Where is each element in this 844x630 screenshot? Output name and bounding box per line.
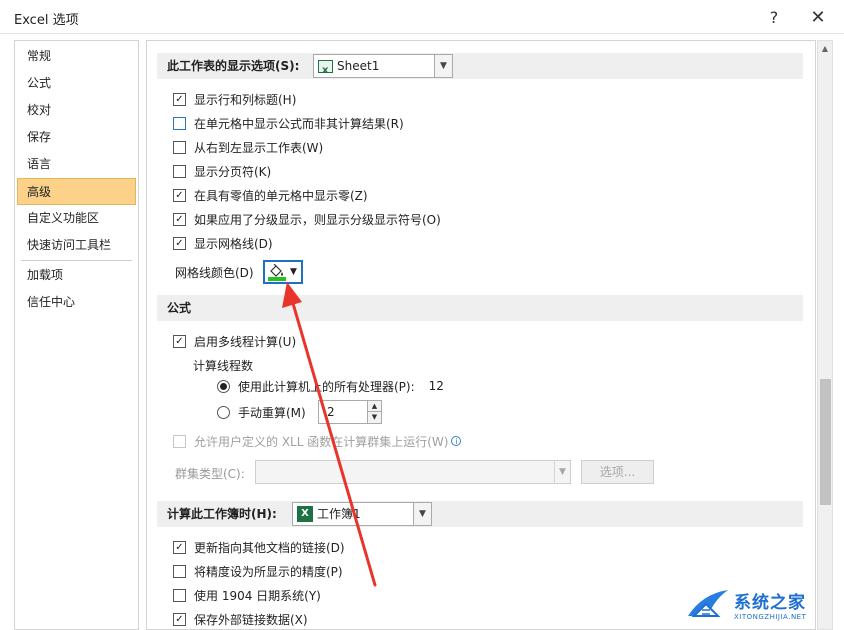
- option-label: 手动重算(M): [238, 405, 306, 420]
- radio-button[interactable]: [217, 405, 230, 419]
- nav-item-advanced[interactable]: 高级: [17, 178, 136, 205]
- option-1904-date-system[interactable]: 使用 1904 日期系统(Y): [173, 586, 321, 604]
- nav-item-customize-ribbon[interactable]: 自定义功能区: [15, 205, 138, 232]
- nav-item-general[interactable]: 常规: [15, 43, 138, 70]
- excel-icon: X: [297, 506, 313, 522]
- dropdown-arrow-icon: ▼: [290, 267, 297, 277]
- window-title: Excel 选项: [14, 13, 79, 28]
- scroll-up-icon[interactable]: ▲: [818, 41, 832, 57]
- thread-count-value: 2: [327, 405, 335, 419]
- option-label: 在单元格中显示公式而非其计算结果(R): [194, 116, 404, 131]
- info-icon[interactable]: i: [451, 436, 462, 446]
- radio-all-processors[interactable]: 使用此计算机上的所有处理器(P): 12: [217, 377, 444, 395]
- scroll-thumb[interactable]: [820, 379, 831, 505]
- workbook-select[interactable]: X 工作簿1 ▼: [292, 502, 432, 526]
- sheet-display-section-title: 此工作表的显示选项(S):: [167, 59, 300, 73]
- site-watermark: 系统之家 XITONGZHIJIA.NET: [684, 582, 834, 626]
- color-swatch: [268, 276, 286, 281]
- checkbox[interactable]: ✓: [173, 612, 186, 626]
- option-label: 显示网格线(D): [194, 236, 273, 251]
- checkbox[interactable]: ✓: [173, 334, 186, 348]
- sheet-select[interactable]: Sheet1 ▼: [313, 54, 453, 84]
- checkbox[interactable]: [173, 564, 186, 578]
- option-save-external-links[interactable]: ✓ 保存外部链接数据(X): [173, 610, 308, 628]
- checkbox[interactable]: [173, 588, 186, 602]
- processor-count: 12: [428, 379, 444, 393]
- chevron-down-icon[interactable]: ▼: [434, 55, 452, 77]
- checkbox[interactable]: ✓: [173, 540, 186, 554]
- nav-item-language[interactable]: 语言: [15, 151, 138, 178]
- thread-count-stepper[interactable]: 2 ▲ ▼: [318, 400, 382, 424]
- nav-divider: [21, 260, 132, 261]
- workbook-select-value: 工作簿1: [317, 507, 361, 521]
- option-label: 使用此计算机上的所有处理器(P):: [238, 379, 415, 394]
- option-show-headers[interactable]: ✓ 显示行和列标题(H): [173, 90, 296, 108]
- title-bar: Excel 选项 ? ✕: [0, 0, 844, 34]
- radio-manual[interactable]: 手动重算(M): [217, 403, 306, 421]
- content-scrollbar[interactable]: ▲: [817, 40, 833, 630]
- cluster-type-label: 群集类型(C):: [175, 467, 245, 481]
- option-update-links[interactable]: ✓ 更新指向其他文档的链接(D): [173, 538, 345, 556]
- nav-item-formulas[interactable]: 公式: [15, 70, 138, 97]
- checkbox[interactable]: ✓: [173, 236, 186, 250]
- close-button[interactable]: ✕: [804, 4, 832, 30]
- worksheet-icon: [318, 58, 333, 84]
- nav-item-quick-access-toolbar[interactable]: 快速访问工具栏: [15, 232, 138, 259]
- radio-button[interactable]: [217, 379, 230, 393]
- options-content: 此工作表的显示选项(S): Sheet1 ▼ ✓ 显示行和列标题(H) 在单元格…: [146, 40, 816, 630]
- chevron-down-icon: ▼: [554, 461, 570, 483]
- option-show-gridlines[interactable]: ✓ 显示网格线(D): [173, 234, 273, 252]
- gridline-color-label: 网格线颜色(D): [175, 266, 254, 280]
- checkbox[interactable]: [173, 164, 186, 178]
- checkbox[interactable]: [173, 434, 186, 448]
- option-show-zero[interactable]: ✓ 在具有零值的单元格中显示零(Z): [173, 186, 368, 204]
- option-multithread[interactable]: ✓ 启用多线程计算(U): [173, 332, 296, 350]
- watermark-title: 系统之家: [734, 592, 806, 613]
- formula-section-title: 公式: [167, 301, 192, 315]
- option-label: 将精度设为所显示的精度(P): [194, 564, 343, 579]
- house-logo-icon: [684, 586, 732, 622]
- option-show-formulas[interactable]: 在单元格中显示公式而非其计算结果(R): [173, 114, 404, 132]
- option-label: 允许用户定义的 XLL 函数在计算群集上运行(W): [194, 434, 449, 449]
- formula-section-header: 公式: [157, 295, 803, 321]
- option-precision-as-displayed[interactable]: 将精度设为所显示的精度(P): [173, 562, 343, 580]
- option-xll-cluster[interactable]: 允许用户定义的 XLL 函数在计算群集上运行(W) i: [173, 432, 462, 450]
- option-label: 在具有零值的单元格中显示零(Z): [194, 188, 368, 203]
- stepper-up-icon[interactable]: ▲: [368, 401, 381, 412]
- cluster-type-select[interactable]: ▼: [255, 460, 571, 484]
- option-label: 启用多线程计算(U): [194, 334, 297, 349]
- option-label: 保存外部链接数据(X): [194, 612, 308, 627]
- chevron-down-icon[interactable]: ▼: [413, 503, 431, 525]
- checkbox[interactable]: [173, 140, 186, 154]
- options-nav: 常规 公式 校对 保存 语言 高级 自定义功能区 快速访问工具栏 加载项 信任中…: [14, 40, 139, 630]
- option-label: 使用 1904 日期系统(Y): [194, 588, 321, 603]
- option-right-to-left[interactable]: 从右到左显示工作表(W): [173, 138, 323, 156]
- checkbox[interactable]: ✓: [173, 212, 186, 226]
- nav-item-add-ins[interactable]: 加载项: [15, 262, 138, 289]
- option-outline-symbols[interactable]: ✓ 如果应用了分级显示，则显示分级显示符号(O): [173, 210, 441, 228]
- watermark-subtitle: XITONGZHIJIA.NET: [734, 612, 807, 621]
- option-label: 从右到左显示工作表(W): [194, 140, 324, 155]
- sheet-display-section-header: 此工作表的显示选项(S): Sheet1 ▼: [157, 53, 803, 84]
- option-page-breaks[interactable]: 显示分页符(K): [173, 162, 271, 180]
- stepper-down-icon[interactable]: ▼: [368, 412, 381, 423]
- calc-section-header: 计算此工作簿时(H): X 工作簿1 ▼: [157, 501, 803, 527]
- option-label: 显示行和列标题(H): [194, 92, 297, 107]
- cluster-options-button[interactable]: 选项...: [581, 460, 654, 484]
- gridline-color-picker[interactable]: ▼: [263, 260, 303, 284]
- option-label: 显示分页符(K): [194, 164, 272, 179]
- calc-section-title: 计算此工作簿时(H):: [167, 507, 277, 521]
- paint-bucket-icon: [268, 263, 286, 281]
- nav-item-save[interactable]: 保存: [15, 124, 138, 151]
- checkbox[interactable]: [173, 116, 186, 130]
- checkbox[interactable]: ✓: [173, 188, 186, 202]
- nav-item-trust-center[interactable]: 信任中心: [15, 289, 138, 316]
- help-button[interactable]: ?: [760, 4, 788, 30]
- sheet-select-value: Sheet1: [337, 59, 380, 73]
- checkbox[interactable]: ✓: [173, 92, 186, 106]
- option-label: 如果应用了分级显示，则显示分级显示符号(O): [194, 212, 441, 227]
- nav-item-proofing[interactable]: 校对: [15, 97, 138, 124]
- thread-count-label: 计算线程数: [193, 359, 254, 373]
- option-label: 更新指向其他文档的链接(D): [194, 540, 345, 555]
